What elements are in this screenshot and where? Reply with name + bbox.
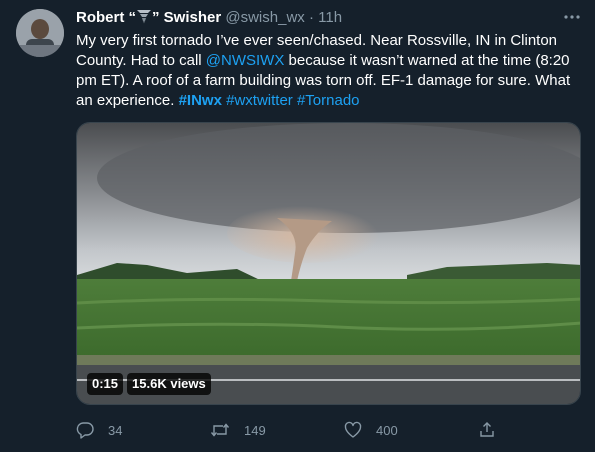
video-views: 15.6K views <box>127 373 211 395</box>
header-separator: · <box>308 9 314 26</box>
reply-button[interactable]: 34 <box>76 421 210 439</box>
author-name[interactable]: Robert “” Swisher <box>76 9 221 26</box>
reply-count: 34 <box>108 422 123 438</box>
retweet-count: 149 <box>244 422 266 438</box>
tweet-text: My very first tornado I’ve ever seen/cha… <box>76 31 581 111</box>
tweet-header: Robert “” Swisher @swish_wx · 11h <box>76 8 579 28</box>
video-frame <box>77 123 580 404</box>
tweet-timestamp[interactable]: 11h <box>318 9 342 26</box>
share-icon <box>478 421 496 439</box>
hashtag-link-wxtwitter[interactable]: #wxtwitter <box>226 92 293 109</box>
like-count: 400 <box>376 422 398 438</box>
tornado-emoji-icon <box>136 8 152 24</box>
tweet-actions: 34 149 400 <box>76 418 516 442</box>
video-duration: 0:15 <box>87 373 124 395</box>
like-icon <box>344 421 362 439</box>
author-handle[interactable]: @swish_wx <box>225 9 304 26</box>
mention-link[interactable]: @NWSIWX <box>206 52 285 69</box>
retweet-icon <box>210 421 230 439</box>
video-player[interactable]: 0:15 15.6K views <box>76 122 581 405</box>
retweet-button[interactable]: 149 <box>210 421 344 439</box>
share-button[interactable] <box>478 421 496 439</box>
avatar[interactable] <box>16 9 64 57</box>
hashtag-link-tornado[interactable]: #Tornado <box>297 92 360 109</box>
more-icon[interactable] <box>563 8 581 30</box>
video-badges: 0:15 15.6K views <box>87 373 211 395</box>
like-button[interactable]: 400 <box>344 421 478 439</box>
reply-icon <box>76 421 94 439</box>
hashtag-link-inwx[interactable]: #INwx <box>179 92 222 109</box>
